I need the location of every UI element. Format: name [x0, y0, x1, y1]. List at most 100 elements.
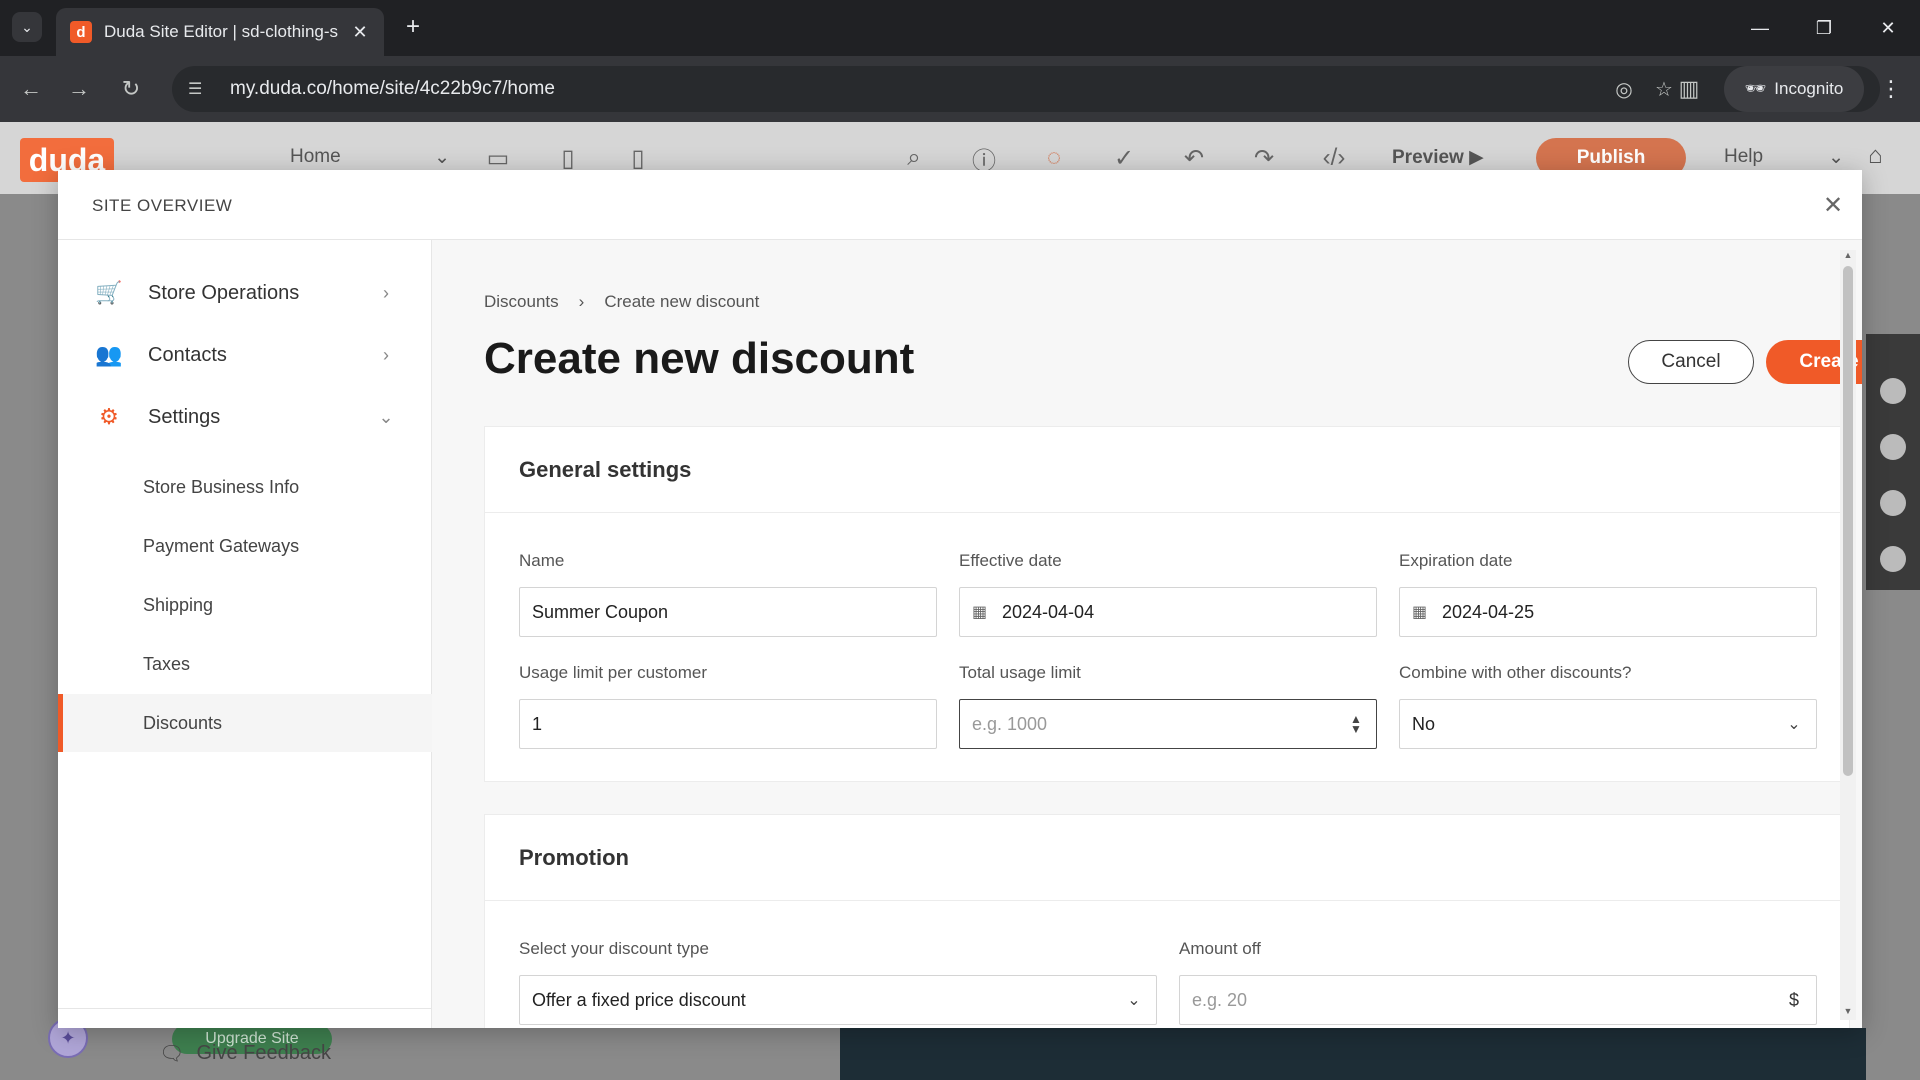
discount-type-value: Offer a fixed price discount	[532, 989, 746, 1010]
name-input[interactable]: Summer Coupon	[519, 587, 937, 637]
chevron-down-icon: ⌄	[434, 147, 450, 168]
modal-sidebar: 🛒 Store Operations › 👥 Contacts › ⚙ Sett…	[58, 240, 432, 1065]
combine-discounts-label: Combine with other discounts?	[1399, 663, 1632, 682]
new-tab-icon[interactable]: +	[398, 12, 428, 42]
tab-close-icon[interactable]: ✕	[350, 22, 370, 43]
effective-date-value: 2024-04-04	[1002, 601, 1095, 622]
usage-limit-customer-input[interactable]: 1	[519, 699, 937, 749]
chevron-right-icon: ›	[578, 292, 585, 311]
back-icon[interactable]: ←	[12, 70, 50, 108]
page-selector[interactable]: Home ⌄	[290, 146, 450, 169]
site-preview-image	[840, 1028, 1866, 1080]
general-settings-card: General settings Name Summer Coupon Effe…	[484, 426, 1850, 782]
scroll-up-icon[interactable]: ▲	[1840, 250, 1856, 264]
sidebar-subitem-payment-gateways[interactable]: Payment Gateways	[58, 517, 432, 575]
feedback-icon: 🗨	[159, 1043, 185, 1065]
incognito-badge[interactable]: 🕶 Incognito	[1724, 66, 1864, 112]
help-menu[interactable]: Help ⌄	[1724, 146, 1844, 169]
number-stepper-icon[interactable]: ▲ ▼	[1348, 713, 1364, 735]
expiration-date-value: 2024-04-25	[1442, 601, 1535, 622]
users-icon[interactable]	[1880, 546, 1906, 572]
expiration-date-label: Expiration date	[1399, 551, 1513, 570]
minimize-icon[interactable]: —	[1740, 10, 1780, 46]
incognito-label: Incognito	[1774, 79, 1844, 98]
effective-date-input[interactable]: ▦ 2024-04-04	[959, 587, 1377, 637]
sidebar-item-label: Contacts	[148, 343, 227, 366]
reload-icon[interactable]: ↻	[112, 70, 150, 108]
tab-search-dropdown-icon[interactable]: ⌄	[12, 12, 42, 42]
breadcrumb-parent-link[interactable]: Discounts	[484, 292, 559, 312]
incognito-icon: 🕶	[1744, 79, 1767, 98]
currency-suffix: $	[1788, 989, 1799, 1010]
cart-icon: 🛒	[95, 280, 123, 305]
sidebar-subitem-taxes[interactable]: Taxes	[58, 635, 432, 693]
usage-limit-customer-label: Usage limit per customer	[519, 663, 708, 682]
chevron-down-icon: ⌄	[1787, 716, 1801, 733]
amount-off-input[interactable]: e.g. 20 $	[1179, 975, 1817, 1025]
sidebar-item-label: Settings	[148, 405, 221, 428]
chevron-down-icon: ⌄	[1828, 147, 1844, 168]
sidebar-subitem-shipping[interactable]: Shipping	[58, 576, 432, 634]
cancel-button[interactable]: Cancel	[1628, 340, 1754, 384]
window-close-icon[interactable]: ✕	[1868, 10, 1908, 46]
scroll-down-icon[interactable]: ▼	[1840, 1006, 1856, 1020]
help-label: Help	[1724, 146, 1764, 167]
sidebar-item-contacts[interactable]: 👥 Contacts ›	[58, 330, 432, 380]
modal-content: Discounts › Create new discount Create n…	[432, 240, 1862, 1028]
browser-address-bar: ← → ↻ ☰ my.duda.co/home/site/4c22b9c7/ho…	[0, 56, 1920, 122]
discount-type-select[interactable]: Offer a fixed price discount ⌄	[519, 975, 1157, 1025]
modal-scrollbar[interactable]: ▲ ▼	[1840, 250, 1856, 1020]
total-usage-limit-placeholder: e.g. 1000	[972, 713, 1048, 734]
usage-limit-customer-value: 1	[532, 713, 543, 734]
restore-icon[interactable]: ❐	[1804, 10, 1844, 46]
add-icon[interactable]	[1880, 378, 1906, 404]
forward-icon[interactable]: →	[60, 70, 98, 108]
chevron-right-icon: ›	[383, 282, 389, 303]
total-usage-limit-input[interactable]: e.g. 1000 ▲ ▼	[959, 699, 1377, 749]
promotion-heading: Promotion	[485, 815, 1849, 901]
give-feedback-button[interactable]: 🗨 Give Feedback	[58, 1008, 432, 1080]
editor-right-rail	[1866, 334, 1920, 590]
site-overview-modal: SITE OVERVIEW ✕ 🛒 Store Operations › 👥 C…	[58, 170, 1862, 1065]
sidebar-item-store-operations[interactable]: 🛒 Store Operations ›	[58, 268, 432, 318]
discount-type-label: Select your discount type	[519, 939, 709, 958]
name-value: Summer Coupon	[532, 601, 669, 622]
chevron-down-icon: ⌄	[378, 406, 394, 427]
preview-label: Preview	[1392, 147, 1464, 168]
url-input[interactable]: ☰ my.duda.co/home/site/4c22b9c7/home ◎ ☆	[172, 66, 1880, 112]
amount-off-placeholder: e.g. 20	[1192, 989, 1248, 1010]
modal-title: SITE OVERVIEW	[92, 196, 233, 215]
chevron-right-icon: ›	[383, 344, 389, 365]
modal-header: SITE OVERVIEW ✕	[58, 170, 1862, 240]
home-icon[interactable]: ⌂	[1868, 142, 1883, 170]
tab-title: Duda Site Editor | sd-clothing-s	[104, 22, 339, 41]
give-feedback-label: Give Feedback	[196, 1042, 331, 1064]
url-text: my.duda.co/home/site/4c22b9c7/home	[230, 78, 555, 99]
calendar-icon: ▦	[1412, 604, 1428, 621]
general-settings-heading: General settings	[485, 427, 1849, 513]
chevron-down-icon: ⌄	[1127, 992, 1141, 1009]
breadcrumb-current: Create new discount	[604, 292, 760, 311]
calendar-icon: ▦	[972, 604, 988, 621]
breadcrumb: Discounts › Create new discount	[484, 292, 759, 312]
side-panel-icon[interactable]: ▥	[1670, 70, 1708, 108]
total-usage-limit-label: Total usage limit	[959, 663, 1081, 682]
tracking-protection-icon[interactable]: ◎	[1604, 77, 1644, 102]
preview-button[interactable]: Preview ▶	[1392, 146, 1484, 169]
chat-icon[interactable]	[1880, 434, 1906, 460]
combine-discounts-select[interactable]: No ⌄	[1399, 699, 1817, 749]
sidebar-subitem-store-business-info[interactable]: Store Business Info	[58, 458, 432, 516]
scroll-thumb[interactable]	[1843, 266, 1853, 776]
sidebar-item-settings[interactable]: ⚙ Settings ⌄	[58, 392, 432, 442]
amount-off-label: Amount off	[1179, 939, 1261, 958]
sidebar-subitem-discounts[interactable]: Discounts	[58, 694, 432, 752]
site-info-icon[interactable]: ☰	[188, 79, 214, 99]
image-icon[interactable]	[1880, 490, 1906, 516]
duda-favicon-icon: d	[70, 21, 92, 43]
expiration-date-input[interactable]: ▦ 2024-04-25	[1399, 587, 1817, 637]
browser-menu-icon[interactable]: ⋮	[1874, 70, 1908, 108]
gear-icon: ⚙	[99, 404, 119, 429]
browser-tab-bar: ⌄ d Duda Site Editor | sd-clothing-s ✕ +…	[0, 0, 1920, 56]
modal-close-icon[interactable]: ✕	[1818, 190, 1848, 220]
browser-tab[interactable]: d Duda Site Editor | sd-clothing-s ✕	[56, 8, 384, 56]
